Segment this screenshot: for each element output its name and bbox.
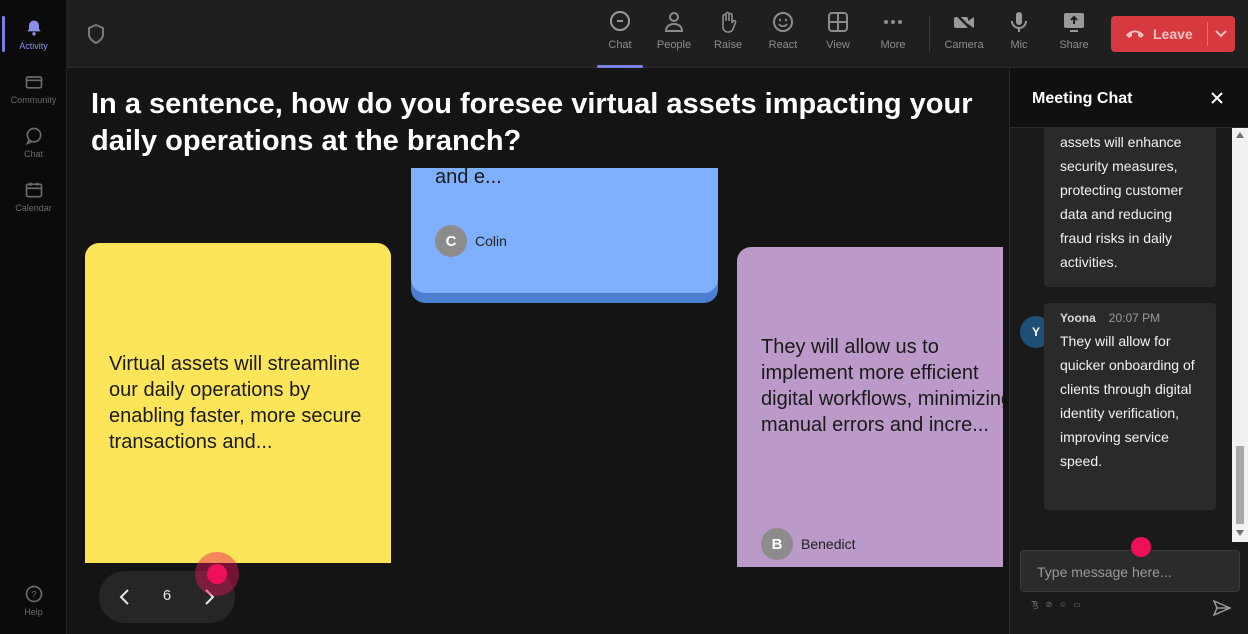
svg-text:?: ? (31, 589, 36, 599)
tool-label: Raise (713, 39, 743, 51)
rail-label: Chat (23, 148, 43, 159)
rail-item-community[interactable]: Community (0, 62, 67, 114)
send-icon[interactable] (1213, 600, 1231, 616)
format-toolbar: Ꜩ ⊘ ☺ ▭ (1030, 600, 1082, 610)
chat-icon (25, 127, 41, 145)
message-author: Yoona (1060, 311, 1096, 325)
tool-raise[interactable]: Raise (703, 10, 753, 60)
rail-label: Community (10, 94, 57, 105)
rail-label: Help (24, 606, 43, 617)
card-text: Virtual assets will streamline our daily… (109, 353, 362, 453)
chat-message-input[interactable]: Type message here... (1020, 550, 1240, 592)
tool-more[interactable]: More (868, 10, 918, 60)
rail-item-help[interactable]: ? Help (0, 574, 67, 626)
camera-off-icon (954, 12, 974, 32)
avatar: C (435, 225, 467, 257)
card-author: C Colin (435, 225, 507, 257)
meeting-toolbar: Chat People Raise React View More Camera (67, 0, 1248, 68)
close-icon[interactable] (1209, 90, 1225, 106)
gif-icon[interactable]: ▭ (1072, 600, 1082, 610)
author-name: Colin (475, 233, 507, 249)
left-rail: Activity Community Chat Calendar ? Help (0, 0, 67, 634)
rail-label: Calendar (15, 202, 52, 213)
tool-share[interactable]: Share (1049, 10, 1099, 60)
chat-messages[interactable]: assets will enhance security measures, p… (1010, 128, 1248, 542)
activity-stage: In a sentence, how do you foresee virtua… (67, 68, 1009, 634)
bell-icon (26, 20, 41, 35)
tool-label: Camera (944, 39, 984, 51)
scroll-down-arrow[interactable] (1236, 530, 1244, 536)
help-icon: ? (25, 585, 42, 602)
leave-label: Leave (1153, 26, 1193, 42)
toolbar-divider (929, 16, 930, 52)
leave-button[interactable]: Leave (1111, 16, 1235, 52)
card-author: B Benedict (761, 528, 855, 560)
react-icon (773, 12, 793, 32)
tool-label: View (826, 39, 850, 51)
chat-message: assets will enhance security measures, p… (1044, 128, 1216, 287)
leave-separator (1207, 22, 1208, 46)
tool-camera[interactable]: Camera (939, 10, 989, 60)
card-text: and e... (435, 166, 502, 188)
chat-icon (610, 11, 630, 31)
tool-mic[interactable]: Mic (994, 10, 1044, 60)
author-name: Benedict (801, 536, 856, 552)
raise-hand-icon (722, 11, 737, 33)
chat-header: Meeting Chat (1010, 68, 1248, 128)
tool-people[interactable]: People (649, 10, 699, 60)
chevron-down-icon[interactable] (1215, 29, 1227, 39)
chat-message: Yoona 20:07 PM They will allow for quick… (1044, 303, 1216, 510)
page-number: 6 (162, 587, 172, 604)
cursor-dot (1131, 537, 1151, 557)
message-text: assets will enhance security measures, p… (1060, 134, 1183, 270)
view-grid-icon (828, 12, 848, 32)
rail-item-activity[interactable]: Activity (0, 8, 67, 60)
message-text: They will allow for quicker onboarding o… (1060, 333, 1195, 469)
shield-icon[interactable] (87, 24, 105, 44)
avatar: B (761, 528, 793, 560)
tool-label: Share (1059, 39, 1089, 51)
tool-label: Mic (1010, 39, 1028, 51)
scroll-up-arrow[interactable] (1236, 132, 1244, 138)
more-icon (884, 20, 902, 24)
response-card-benedict[interactable]: They will allow us to implement more eff… (737, 247, 1003, 567)
tool-view[interactable]: View (813, 10, 863, 60)
format-icon[interactable]: Ꜩ (1030, 600, 1040, 610)
scrollbar-thumb[interactable] (1236, 446, 1244, 524)
cursor-dot (207, 564, 227, 584)
response-card-colin[interactable]: and e... C Colin (411, 166, 718, 293)
community-icon (25, 75, 42, 89)
meeting-chat-panel: Meeting Chat assets will enhance securit… (1009, 68, 1248, 634)
chat-title: Meeting Chat (1032, 90, 1133, 107)
share-icon (1064, 13, 1084, 32)
tool-label: Chat (608, 39, 632, 51)
rail-label: Activity (19, 40, 48, 51)
response-card-yellow[interactable]: Virtual assets will streamline our daily… (85, 243, 391, 563)
tool-label: More (880, 39, 906, 51)
tool-chat[interactable]: Chat (595, 10, 645, 68)
tool-react[interactable]: React (758, 10, 808, 60)
meeting-app: Activity Community Chat Calendar ? Help … (0, 0, 1248, 634)
mic-icon (1011, 12, 1027, 32)
tool-label: React (768, 39, 798, 51)
attach-icon[interactable]: ⊘ (1044, 600, 1054, 610)
message-meta: Yoona 20:07 PM (1060, 309, 1200, 327)
hang-up-icon (1126, 30, 1144, 38)
emoji-icon[interactable]: ☺ (1058, 600, 1068, 610)
question-title: In a sentence, how do you foresee virtua… (91, 88, 973, 157)
card-text: They will allow us to implement more eff… (761, 336, 1003, 436)
rail-item-calendar[interactable]: Calendar (0, 170, 67, 222)
rail-item-chat[interactable]: Chat (0, 116, 67, 168)
message-time: 20:07 PM (1108, 311, 1161, 325)
chevron-left-icon[interactable] (115, 587, 135, 607)
people-icon (664, 12, 684, 32)
calendar-icon (25, 182, 42, 197)
tool-label: People (656, 39, 692, 51)
